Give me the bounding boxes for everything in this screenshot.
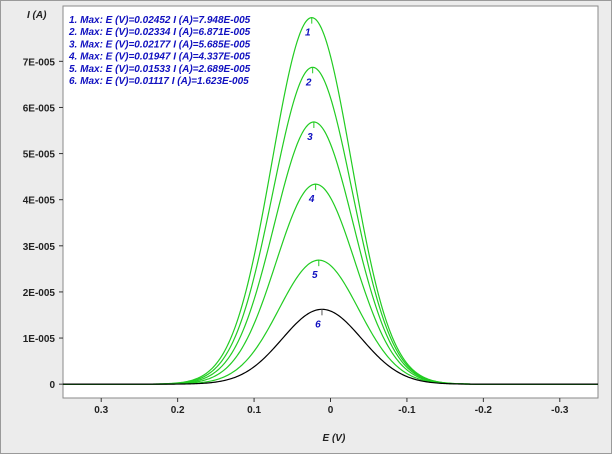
peak-label-1: 1 [305, 28, 311, 39]
y-tick-label: 6E-005 [23, 103, 56, 114]
y-tick-label: 3E-005 [23, 242, 56, 253]
y-tick-label: 0 [49, 380, 55, 391]
legend-entry: 1. Max: E (V)=0.02452 I (A)=7.948E-005 [69, 15, 251, 26]
y-tick-label: 5E-005 [23, 150, 56, 161]
legend-entry: 4. Max: E (V)=0.01947 I (A)=4.337E-005 [68, 52, 251, 63]
x-tick-label: -0.3 [551, 405, 569, 416]
x-tick-label: 0.1 [247, 405, 261, 416]
chart-frame: 1 2 3 4 5 6 0.3 0.2 0.1 0 -0.1 -0.2 -0.3 0 1E-005 2E-… [0, 0, 612, 454]
x-tick-label: -0.1 [398, 405, 416, 416]
y-axis: 0 1E-005 2E-005 3E-005 4E-005 5E-005 6E-005 7E-… [23, 57, 63, 391]
x-tick-label: -0.2 [475, 405, 493, 416]
voltammogram-chart: 1 2 3 4 5 6 0.3 0.2 0.1 0 -0.1 -0.2 -0.3 0 1E-005 2E-… [23, 5, 599, 444]
legend-entry: 5. Max: E (V)=0.01533 I (A)=2.689E-005 [69, 64, 251, 75]
peak-label-4: 4 [308, 194, 315, 205]
y-tick-label: 1E-005 [23, 334, 56, 345]
legend: 1. Max: E (V)=0.02452 I (A)=7.948E-0052.… [68, 15, 251, 87]
x-axis: 0.3 0.2 0.1 0 -0.1 -0.2 -0.3 [94, 398, 569, 416]
legend-entry: 2. Max: E (V)=0.02334 I (A)=6.871E-005 [68, 27, 251, 38]
x-tick-label: 0 [328, 405, 334, 416]
x-tick-label: 0.3 [94, 405, 108, 416]
peak-label-2: 2 [305, 77, 312, 88]
y-tick-label: 4E-005 [23, 196, 56, 207]
legend-entry: 6. Max: E (V)=0.01117 I (A)=1.623E-005 [69, 76, 249, 87]
peak-label-5: 5 [312, 270, 318, 281]
peak-label-3: 3 [307, 132, 313, 143]
x-axis-title: E (V) [323, 433, 346, 444]
peak-label-6: 6 [315, 319, 321, 330]
x-tick-label: 0.2 [171, 405, 185, 416]
y-axis-title: I (A) [27, 10, 47, 21]
legend-entry: 3. Max: E (V)=0.02177 I (A)=5.685E-005 [69, 39, 251, 50]
y-tick-label: 7E-005 [23, 57, 56, 68]
y-tick-label: 2E-005 [23, 288, 56, 299]
